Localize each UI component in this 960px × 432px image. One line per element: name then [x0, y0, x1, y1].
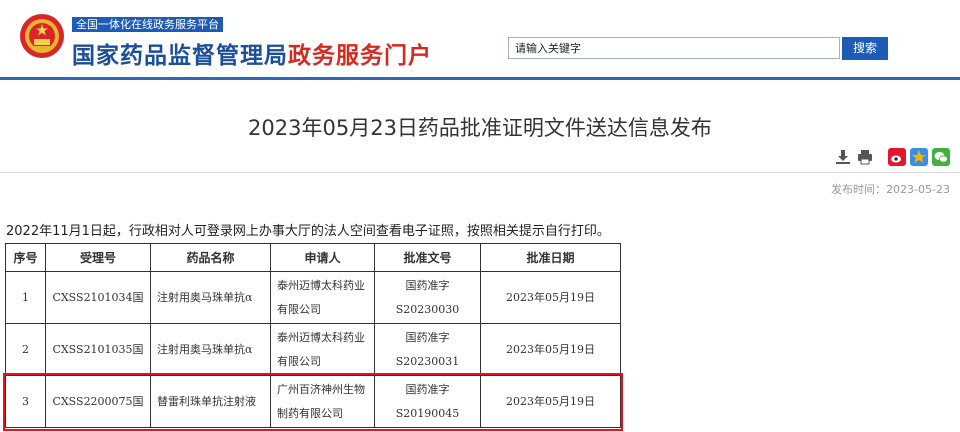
table-header-row: 序号 受理号 药品名称 申请人 批准文号 批准日期 [5, 243, 621, 272]
qzone-icon[interactable] [910, 148, 928, 166]
cell-date: 2023年05月19日 [480, 375, 621, 428]
cell-applicant: 广州百济神州生物制药有限公司 [270, 375, 375, 428]
cell-drug-name: 注射用奥马珠单抗α [150, 271, 271, 324]
cell-no: 1 [5, 271, 46, 324]
wechat-icon[interactable] [932, 148, 950, 166]
cell-drug-name: 注射用奥马珠单抗α [150, 323, 271, 376]
weibo-icon[interactable] [888, 148, 906, 166]
col-header-drug-name: 药品名称 [150, 243, 271, 272]
brand-main: 国家药品监督管理局 [72, 43, 288, 69]
table-row: 2 CXSS2101035国 注射用奥马珠单抗α 泰州迈博太科药业有限公司 国药… [5, 323, 621, 376]
site-brand[interactable]: 国家药品监督管理局政务服务门户 [72, 36, 432, 70]
cell-applicant: 泰州迈博太科药业有限公司 [270, 271, 375, 324]
table-row: 3 CXSS2200075国 替雷利珠单抗注射液 广州百济神州生物制药有限公司 … [5, 375, 621, 428]
cell-accept-no: CXSS2101035国 [45, 323, 151, 376]
page-title: 2023年05月23日药品批准证明文件送达信息发布 [248, 116, 712, 140]
search-button[interactable]: 搜索 [842, 37, 888, 60]
col-header-accept-no: 受理号 [45, 243, 151, 272]
table-row: 1 CXSS2101034国 注射用奥马珠单抗α 泰州迈博太科药业有限公司 国药… [5, 271, 621, 324]
cell-accept-no: CXSS2101034国 [45, 271, 151, 324]
cell-no: 3 [5, 375, 46, 428]
col-header-date: 批准日期 [480, 243, 621, 272]
cell-date: 2023年05月19日 [480, 271, 621, 324]
col-header-applicant: 申请人 [270, 243, 375, 272]
platform-slogan[interactable]: 全国一体化在线政务服务平台 [72, 17, 223, 32]
cell-applicant: 泰州迈博太科药业有限公司 [270, 323, 375, 376]
publish-date: 2023-05-23 [886, 183, 950, 196]
download-icon[interactable] [834, 148, 852, 166]
publish-label: 发布时间： [831, 183, 887, 196]
approval-table: 序号 受理号 药品名称 申请人 批准文号 批准日期 1 CXSS2101034国… [5, 243, 621, 428]
cell-drug-name: 替雷利珠单抗注射液 [150, 375, 271, 428]
search-input[interactable] [508, 37, 840, 59]
notice-text: 2022年11月1日起，行政相对人可登录网上办事大厅的法人空间查看电子证照，按照… [6, 224, 610, 239]
cell-accept-no: CXSS2200075国 [45, 375, 151, 428]
col-header-approval-no: 批准文号 [374, 243, 481, 272]
cell-no: 2 [5, 323, 46, 376]
publish-time: 发布时间：2023-05-23 [831, 181, 950, 197]
national-emblem-icon[interactable] [18, 12, 66, 60]
col-header-no: 序号 [5, 243, 46, 272]
title-divider [0, 172, 960, 173]
brand-sub: 政务服务门户 [288, 43, 432, 69]
cell-approval-no: 国药准字S20190045 [374, 375, 481, 428]
cell-approval-no: 国药准字S20230031 [374, 323, 481, 376]
cell-date: 2023年05月19日 [480, 323, 621, 376]
site-header: 全国一体化在线政务服务平台 国家药品监督管理局政务服务门户 搜索 [0, 0, 960, 80]
cell-approval-no: 国药准字S20230030 [374, 271, 481, 324]
print-icon[interactable] [856, 148, 874, 166]
